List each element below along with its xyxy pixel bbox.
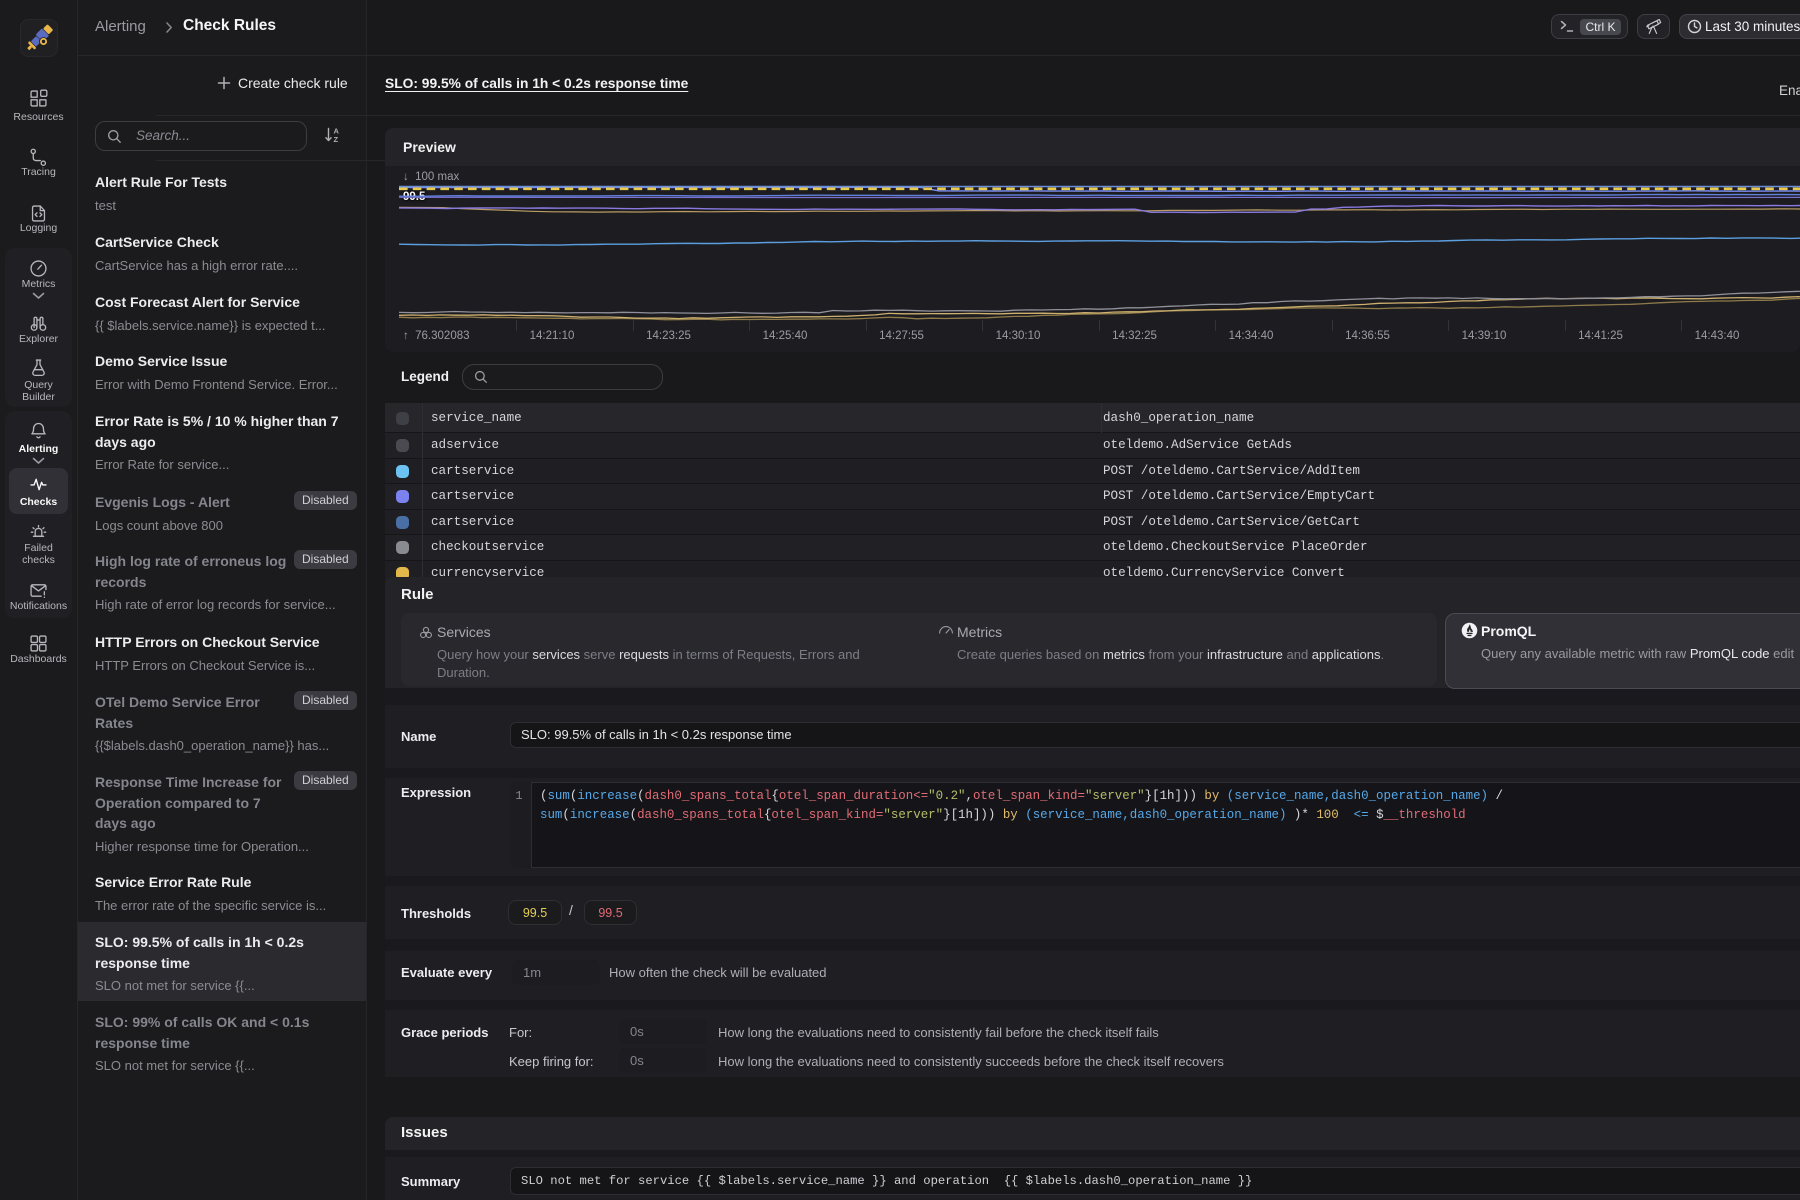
svg-text:Z: Z	[334, 135, 339, 144]
